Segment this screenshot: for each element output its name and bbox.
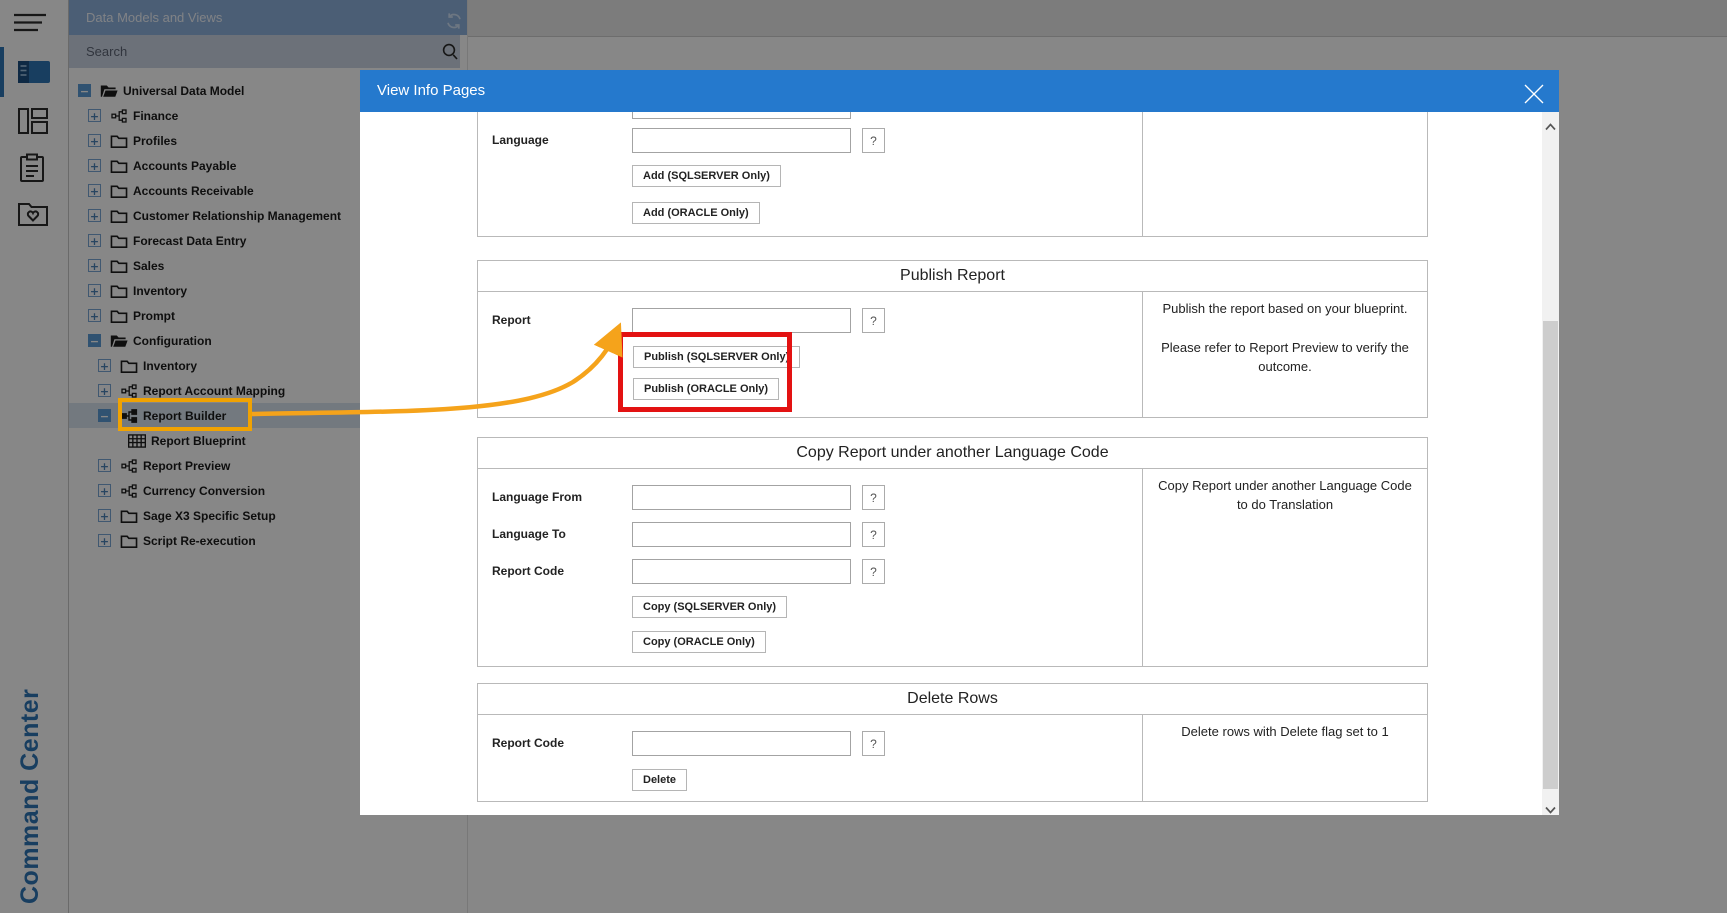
report-code-field-row: Report Code ? [632, 731, 851, 756]
scroll-up-icon[interactable] [1545, 118, 1556, 126]
report-code-field[interactable] [632, 559, 851, 584]
add-sqlserver-button[interactable]: Add (SQLSERVER Only) [632, 165, 781, 187]
dialog-scrollbar[interactable] [1542, 112, 1559, 815]
dialog-header: View Info Pages [360, 70, 1559, 112]
section-description: Copy Report under another Language Code … [1142, 469, 1427, 666]
section-title: Copy Report under another Language Code [478, 438, 1427, 469]
section-description [1142, 112, 1427, 236]
section-description: Publish the report based on your bluepri… [1142, 292, 1427, 417]
dialog-title: View Info Pages [377, 82, 485, 99]
language-from-field[interactable] [632, 485, 851, 510]
delete-button[interactable]: Delete [632, 769, 687, 791]
dialog-body: Language ? Add (SQLSERVER Only) Add (ORA… [360, 112, 1542, 815]
scroll-down-icon[interactable] [1545, 801, 1556, 809]
report-code-field-row: Report Code ? [632, 559, 851, 584]
publish-oracle-button[interactable]: Publish (ORACLE Only) [633, 378, 779, 400]
section-delete-rows: Delete Rows Report Code ? Delete Delete … [477, 683, 1428, 802]
application-window: Command Center Data Models and Views Uni… [0, 0, 1727, 913]
help-button[interactable]: ? [862, 559, 885, 584]
help-button[interactable]: ? [862, 522, 885, 547]
help-button[interactable]: ? [862, 485, 885, 510]
section-copy-report: Copy Report under another Language Code … [477, 437, 1428, 667]
help-button[interactable]: ? [862, 128, 885, 153]
copy-oracle-button[interactable]: Copy (ORACLE Only) [632, 631, 766, 653]
close-icon[interactable] [1523, 80, 1545, 102]
help-button[interactable]: ? [862, 308, 885, 333]
view-info-pages-dialog: View Info Pages Language ? Add (SQLSER [360, 70, 1559, 815]
add-oracle-button[interactable]: Add (ORACLE Only) [632, 202, 760, 224]
report-field-row: Report ? [632, 308, 851, 333]
scrollbar-thumb[interactable] [1543, 321, 1558, 789]
field-row-cut-off [632, 112, 851, 119]
section-publish-report: Publish Report Report ? Publish (SQLSERV… [477, 260, 1428, 418]
language-to-field-row: Language To ? [632, 522, 851, 547]
publish-sqlserver-button[interactable]: Publish (SQLSERVER Only) [633, 346, 800, 368]
section-title: Publish Report [478, 261, 1427, 292]
language-field[interactable] [632, 128, 851, 153]
language-from-field-row: Language From ? [632, 485, 851, 510]
section-add-report: Language ? Add (SQLSERVER Only) Add (ORA… [477, 112, 1428, 237]
report-field[interactable] [632, 308, 851, 333]
section-description: Delete rows with Delete flag set to 1 [1142, 715, 1427, 801]
cut-off-field[interactable] [632, 112, 851, 119]
delete-report-code-field[interactable] [632, 731, 851, 756]
section-title: Delete Rows [478, 684, 1427, 715]
language-to-field[interactable] [632, 522, 851, 547]
language-field-row: Language ? [632, 128, 851, 153]
copy-sqlserver-button[interactable]: Copy (SQLSERVER Only) [632, 596, 787, 618]
help-button[interactable]: ? [862, 731, 885, 756]
